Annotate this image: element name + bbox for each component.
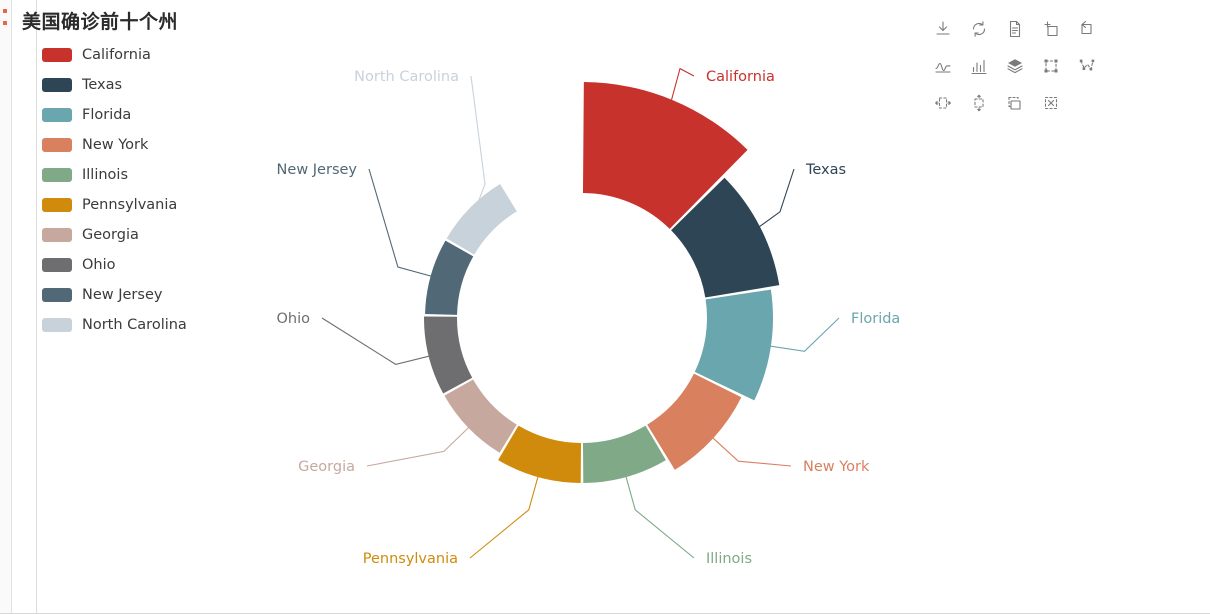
slice-label: Georgia [298,459,355,475]
chart-toolbar [925,10,1140,121]
slice-label: Pennsylvania [363,551,458,567]
layers-icon[interactable] [997,47,1033,84]
slice-label: Texas [805,162,846,178]
slice-label: New York [803,459,870,475]
slice-leader-line [368,168,437,279]
slice-label: California [706,69,775,85]
slice-label: Illinois [706,551,752,567]
download-icon[interactable] [925,10,961,47]
slice-label: North Carolina [354,69,459,85]
duplicate-box-icon[interactable] [997,84,1033,121]
slice-leader-line [708,433,792,467]
lasso-select-icon[interactable] [1069,47,1105,84]
slice-label: Ohio [276,311,310,327]
slice-leader-line [764,317,840,352]
slice-leader-line [366,423,474,467]
expand-arrows-icon[interactable] [961,84,997,121]
slice-leader-line [754,168,795,231]
slice-label: New Jersey [277,162,358,178]
clear-selection-icon[interactable] [1033,84,1069,121]
slice-leader-line [669,67,695,106]
slice-leader-line [321,317,435,365]
donut-slice[interactable] [424,316,473,394]
undo-box-icon[interactable] [1069,10,1105,47]
bar-chart-icon[interactable] [961,47,997,84]
donut-slice[interactable] [446,184,517,255]
donut-slice[interactable] [444,379,517,453]
donut-slice[interactable] [425,240,474,315]
chart-app: 美国确诊前十个州 California Texas Florida New York I… [0,0,1210,614]
rect-select-icon[interactable] [1033,47,1069,84]
slice-leader-line [623,471,695,559]
refresh-icon[interactable] [961,10,997,47]
document-icon[interactable] [997,10,1033,47]
slice-leader-line [470,75,486,213]
slice-label: Florida [851,311,900,327]
trend-line-icon[interactable] [925,47,961,84]
add-box-icon[interactable] [1033,10,1069,47]
slice-leader-line [469,471,541,559]
move-handles-icon[interactable] [925,84,961,121]
